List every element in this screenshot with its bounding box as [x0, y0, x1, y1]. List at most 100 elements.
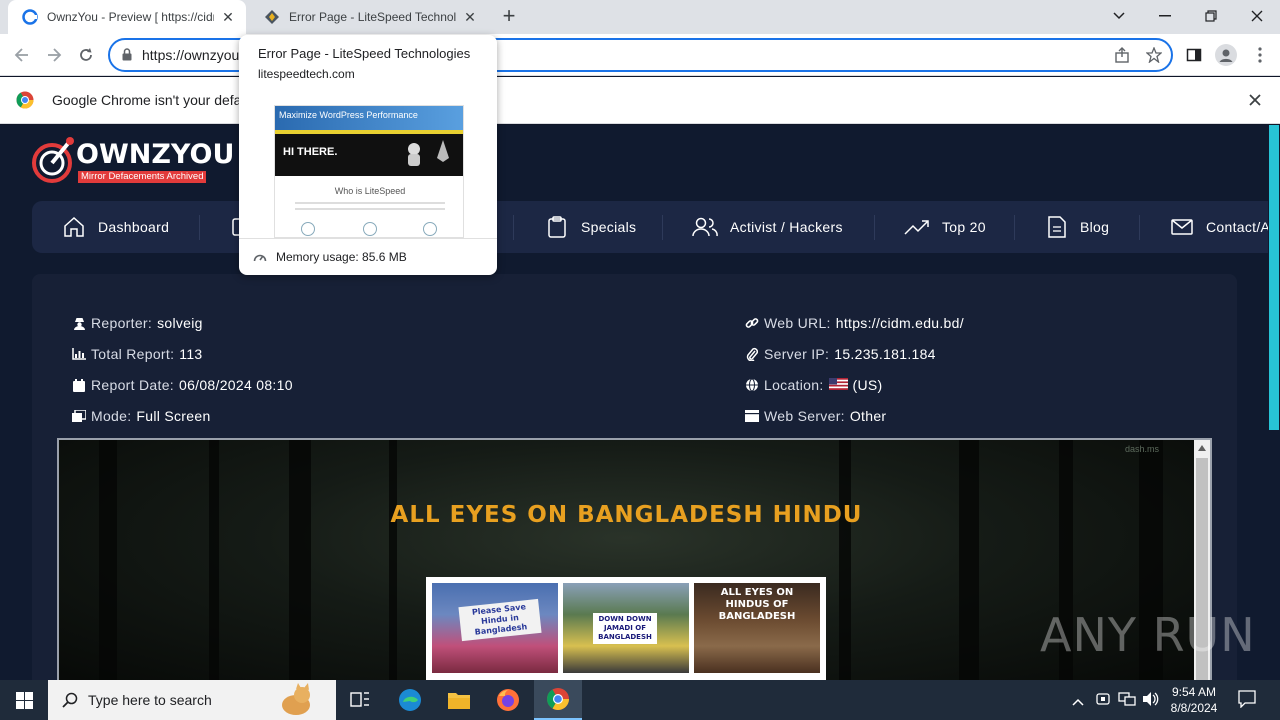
url-text: https://ownzyou — [142, 47, 240, 63]
tab-litespeed[interactable]: Error Page - LiteSpeed Technologies ✕ — [250, 0, 488, 34]
tab-ownzyou[interactable]: OwnzYou - Preview [ https://cidm.edu.bd/… — [8, 0, 246, 34]
tab-search-button[interactable] — [1096, 0, 1142, 32]
lock-icon — [122, 48, 132, 66]
firefox-icon — [497, 689, 519, 711]
tree-trunk — [839, 440, 851, 680]
nav-label: Specials — [581, 219, 637, 235]
mode-label: Mode: — [91, 408, 132, 424]
avatar-icon — [1215, 44, 1237, 66]
nav-specials[interactable]: Specials — [545, 201, 636, 253]
edge-taskbar-button[interactable] — [386, 680, 434, 720]
nav-dashboard[interactable]: Dashboard — [62, 201, 169, 253]
reload-button[interactable] — [72, 41, 100, 69]
taskbar-search[interactable]: Type here to search — [48, 680, 336, 720]
gauge-icon — [253, 254, 267, 262]
link-icon — [745, 316, 759, 330]
image-strip: Please Save Hindu in Bangladesh DOWN DOW… — [426, 577, 826, 680]
file-explorer-button[interactable] — [435, 680, 483, 720]
task-view-icon — [350, 692, 369, 707]
search-icon — [62, 692, 78, 708]
url-value[interactable]: https://cidm.edu.bd/ — [836, 315, 964, 331]
kebab-menu-icon — [1258, 47, 1262, 63]
nav-divider — [1139, 215, 1140, 240]
litespeed-icon — [264, 9, 280, 25]
bar-chart-icon — [72, 347, 86, 361]
task-view-button[interactable] — [336, 680, 384, 720]
thumbnail-banner: Maximize WordPress Performance — [275, 106, 463, 130]
tab-hover-card: Error Page - LiteSpeed Technologies lite… — [239, 35, 497, 275]
scroll-thumb[interactable] — [1269, 125, 1279, 430]
back-button[interactable] — [8, 41, 36, 69]
location-value: (US) — [852, 377, 883, 393]
nav-label: Top 20 — [942, 219, 986, 235]
mail-icon — [1171, 219, 1193, 235]
tab-strip: OwnzYou - Preview [ https://cidm.edu.bd/… — [0, 0, 1280, 34]
mirror-preview-frame[interactable]: dash.ms ALL EYES ON BANGLADESH HINDU Ple… — [57, 438, 1212, 680]
nav-contact[interactable]: Contact/A — [1170, 201, 1268, 253]
side-panel-button[interactable] — [1180, 41, 1208, 69]
start-button[interactable] — [0, 680, 48, 720]
deface-headline: ALL EYES ON BANGLADESH HINDU — [390, 502, 863, 528]
total-value: 113 — [179, 346, 203, 362]
new-tab-button[interactable]: + — [498, 5, 520, 28]
menu-button[interactable] — [1246, 41, 1274, 69]
location-label: Location: — [764, 377, 824, 393]
chrome-logo-icon — [16, 91, 34, 114]
home-icon — [64, 216, 84, 237]
calendar-icon — [72, 378, 86, 392]
nav-divider — [874, 215, 875, 240]
page-scrollbar[interactable] — [1268, 125, 1280, 680]
globe-icon — [745, 378, 759, 392]
close-infobar-button[interactable] — [1248, 93, 1262, 112]
web-server-info: Web Server: Other — [745, 408, 886, 424]
ip-value: 15.235.181.184 — [834, 346, 936, 362]
share-button[interactable] — [1108, 41, 1136, 69]
nav-blog[interactable]: Blog — [1046, 201, 1109, 253]
nav-top-20[interactable]: Top 20 — [904, 201, 986, 253]
thumbnail-heading: Who is LiteSpeed — [334, 186, 406, 196]
thumbnail-line — [295, 202, 445, 204]
feature-icon — [423, 222, 437, 236]
reload-icon — [80, 48, 92, 61]
close-tab-icon[interactable]: ✕ — [220, 9, 236, 25]
server-icon — [745, 409, 759, 423]
scroll-up-icon — [1198, 445, 1206, 451]
window-restore-icon — [72, 409, 86, 423]
nav-label: Activist / Hackers — [730, 219, 843, 235]
nav-activist-hackers[interactable]: Activist / Hackers — [692, 201, 843, 253]
tab-title: OwnzYou - Preview [ https://cidm.edu.bd/… — [47, 10, 214, 24]
side-panel-icon — [1186, 48, 1202, 62]
feature-icon — [363, 222, 377, 236]
close-icon — [1249, 94, 1261, 106]
network-icon[interactable] — [1118, 691, 1136, 712]
logo-tagline: Mirror Defacements Archived — [78, 171, 207, 183]
nav-divider — [513, 215, 514, 240]
forward-button[interactable] — [40, 41, 68, 69]
users-icon — [692, 217, 718, 237]
server-ip-info: Server IP: 15.235.181.184 — [745, 346, 936, 362]
volume-icon[interactable] — [1142, 691, 1160, 712]
chrome-taskbar-button[interactable] — [534, 680, 582, 720]
tree-trunk — [289, 440, 311, 680]
url-label: Web URL: — [764, 315, 831, 331]
close-tab-icon[interactable]: ✕ — [462, 9, 478, 25]
taskbar-clock[interactable]: 9:54 AM 8/8/2024 — [1164, 684, 1224, 716]
date-label: Report Date: — [91, 377, 174, 393]
minimize-button[interactable] — [1142, 0, 1188, 32]
notifications-button[interactable] — [1238, 690, 1256, 713]
photo-caption: ALL EYES ON HINDUS OF BANGLADESH — [718, 587, 796, 622]
mirror-watermark: dash.ms — [1125, 444, 1160, 454]
reporter-value: solveig — [157, 315, 203, 331]
tray-device-icon[interactable] — [1096, 691, 1110, 712]
close-window-button[interactable] — [1234, 0, 1280, 32]
show-hidden-icons-button[interactable] — [1072, 693, 1084, 711]
windows-logo-icon — [15, 691, 33, 709]
infobar-message: Google Chrome isn't your defau — [52, 92, 250, 108]
restore-button[interactable] — [1188, 0, 1234, 32]
firefox-taskbar-button[interactable] — [484, 680, 532, 720]
search-placeholder: Type here to search — [88, 692, 212, 708]
bookmark-button[interactable] — [1140, 41, 1168, 69]
site-logo[interactable]: OWNZYOU Mirror Defacements Archived — [30, 133, 240, 185]
profile-button[interactable] — [1212, 41, 1240, 69]
document-icon — [1048, 216, 1066, 238]
